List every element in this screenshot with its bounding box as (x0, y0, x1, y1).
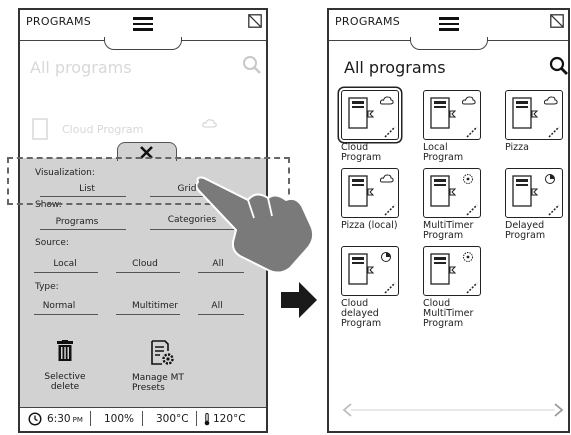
program-card[interactable] (423, 168, 481, 218)
fold-corner-icon[interactable] (248, 14, 262, 28)
screen-title: PROGRAMS (26, 15, 92, 28)
arrow-right-icon (281, 282, 317, 318)
delayed-icon (545, 174, 555, 184)
program-label: MultiTimer Program (423, 220, 474, 241)
status-bar: 6:30 PM 100% 300°C 120°C (20, 407, 266, 431)
divider (40, 229, 126, 230)
program-label: Local Program (423, 142, 464, 163)
oven-icon (512, 97, 538, 129)
option-programs[interactable]: Programs (42, 217, 112, 227)
search-icon[interactable] (549, 56, 569, 76)
option-multitimer[interactable]: Multitimer (120, 301, 190, 311)
status-temp1: 300°C (156, 413, 189, 425)
oven-icon (430, 253, 456, 285)
horizontal-scrollbar[interactable] (341, 402, 565, 418)
divider (142, 411, 143, 426)
status-percent: 100% (104, 413, 135, 425)
cloud-icon (380, 96, 394, 105)
oven-icon (430, 97, 456, 129)
program-label: Cloud delayed Program (341, 298, 382, 329)
manage-mt-presets-button[interactable]: Manage MT Presets (124, 340, 200, 393)
cloud-icon (202, 119, 217, 128)
program-tile[interactable]: Delayed Program (505, 168, 568, 241)
top-notch (104, 37, 182, 50)
corner-dots-icon (384, 126, 396, 138)
oven-icon (348, 253, 374, 285)
screen-title: PROGRAMS (335, 15, 401, 28)
hand-pointer-icon (196, 176, 315, 274)
menu-icon[interactable] (438, 17, 459, 31)
top-notch (409, 37, 488, 50)
corner-dots-icon (548, 126, 560, 138)
status-temp2: 120°C (213, 413, 246, 425)
oven-icon (512, 175, 538, 207)
program-label: Cloud Program (341, 142, 382, 163)
fold-corner-icon[interactable] (550, 14, 564, 28)
divider (90, 411, 91, 426)
program-card[interactable] (341, 90, 399, 140)
program-label: Pizza (local) (341, 220, 398, 231)
selective-delete-button[interactable]: Selective delete (32, 340, 98, 392)
delayed-icon (381, 252, 391, 262)
selective-delete-label: Selective delete (44, 372, 86, 392)
status-time: 6:30 PM (47, 413, 83, 425)
divider (116, 314, 180, 315)
trash-icon (57, 340, 73, 361)
program-tile[interactable]: Local Program (423, 90, 501, 163)
thermometer-icon (204, 413, 210, 426)
program-label: Cloud MultiTimer Program (423, 298, 474, 329)
program-tile[interactable]: MultiTimer Program (423, 168, 501, 241)
corner-dots-icon (384, 282, 396, 294)
divider (34, 314, 98, 315)
program-label: Delayed Program (505, 220, 546, 241)
page-title: All programs (344, 58, 446, 77)
cloud-icon (380, 174, 394, 183)
program-tile[interactable]: Pizza (local) (341, 168, 419, 231)
option-cloud[interactable]: Cloud (110, 259, 180, 269)
source-label: Source: (35, 238, 69, 248)
manage-mt-presets-label: Manage MT Presets (132, 373, 184, 393)
corner-dots-icon (466, 126, 478, 138)
oven-icon (430, 175, 456, 207)
divider (116, 272, 180, 273)
list-item-label: Cloud Program (62, 123, 144, 136)
cloud-icon (462, 96, 476, 105)
oven-icon (348, 175, 374, 207)
multitimer-icon (463, 174, 473, 184)
program-card[interactable] (505, 90, 563, 140)
option-normal[interactable]: Normal (24, 301, 94, 311)
program-tile[interactable]: Cloud MultiTimer Program (423, 246, 501, 329)
type-label: Type: (35, 282, 59, 292)
settings-document-icon (151, 340, 174, 365)
program-card[interactable] (423, 246, 481, 296)
program-icon (32, 118, 48, 140)
oven-icon (348, 97, 374, 129)
divider (196, 411, 197, 426)
right-screen: PROGRAMS All programs Cloud Program Local… (327, 8, 570, 433)
corner-dots-icon (384, 204, 396, 216)
divider (198, 314, 244, 315)
program-card[interactable] (341, 168, 399, 218)
clock-icon (28, 412, 42, 426)
option-all-type[interactable]: All (182, 301, 252, 311)
option-local[interactable]: Local (30, 259, 100, 269)
program-card[interactable] (423, 90, 481, 140)
corner-dots-icon (466, 282, 478, 294)
cloud-icon (544, 96, 558, 105)
program-card[interactable] (341, 246, 399, 296)
search-icon[interactable] (242, 55, 262, 75)
program-card[interactable] (505, 168, 563, 218)
program-tile[interactable]: Cloud Program (341, 90, 419, 163)
page-title: All programs (30, 58, 132, 77)
multitimer-icon (463, 252, 473, 262)
divider (34, 272, 98, 273)
program-tile[interactable]: Pizza (505, 90, 568, 153)
program-label: Pizza (505, 142, 529, 153)
menu-icon[interactable] (133, 17, 153, 31)
corner-dots-icon (548, 204, 560, 216)
program-tile[interactable]: Cloud delayed Program (341, 246, 419, 329)
corner-dots-icon (466, 204, 478, 216)
